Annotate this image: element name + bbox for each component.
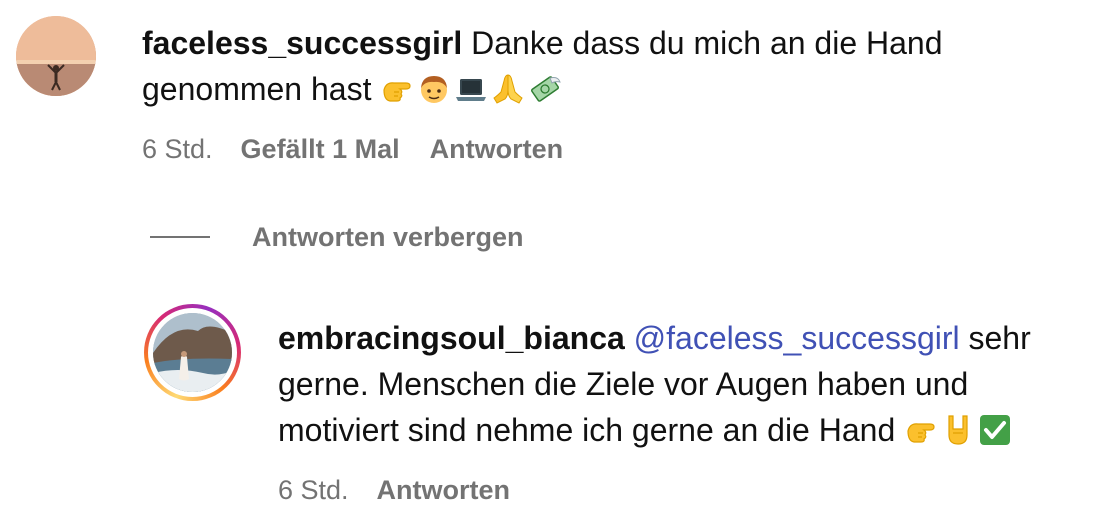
reply-meta: 6 Std. Antworten — [278, 473, 510, 507]
reply-button[interactable]: Antworten — [377, 473, 510, 507]
avatar-ring-gap — [148, 308, 237, 397]
rock-on-hand-emoji — [941, 413, 975, 447]
replies-divider-line — [150, 236, 210, 238]
reply-button[interactable]: Antworten — [430, 132, 563, 166]
comment-meta: 6 Std. Gefällt 1 Mal Antworten — [142, 132, 563, 166]
reply-username[interactable]: embracingsoul_bianca — [278, 320, 625, 356]
mention-link[interactable]: @faceless_successgirl — [634, 320, 960, 356]
pointing-hand-emoji — [904, 413, 938, 447]
comment-likes[interactable]: Gefällt 1 Mal — [241, 132, 400, 166]
pointing-hand-emoji — [380, 72, 414, 106]
hide-replies-button[interactable]: Antworten verbergen — [252, 220, 524, 254]
reply-body: embracingsoul_bianca @faceless_successgi… — [278, 315, 1078, 453]
avatar[interactable] — [16, 16, 96, 96]
avatar[interactable] — [144, 304, 241, 401]
comment-body: faceless_successgirl Danke dass du mich … — [142, 20, 1042, 112]
money-wings-emoji — [528, 72, 562, 106]
reply-time: 6 Std. — [278, 475, 349, 505]
folded-hands-emoji — [491, 72, 525, 106]
avatar-photo — [153, 313, 232, 392]
comment-time: 6 Std. — [142, 134, 213, 164]
comment-username[interactable]: faceless_successgirl — [142, 25, 462, 61]
boy-emoji — [417, 72, 451, 106]
laptop-emoji — [454, 72, 488, 106]
check-mark-button-emoji — [978, 413, 1012, 447]
